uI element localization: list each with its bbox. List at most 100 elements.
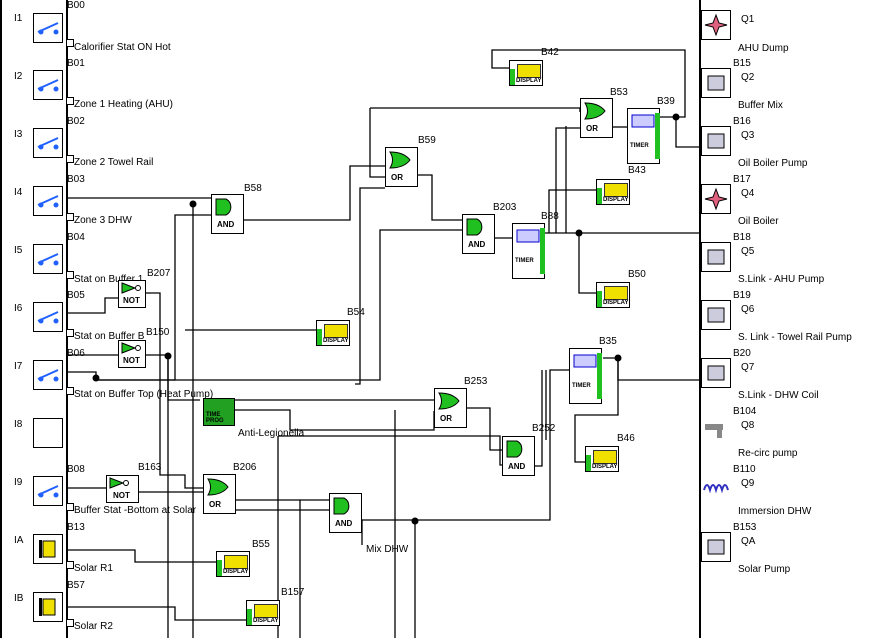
block-id: B104 [733, 406, 757, 417]
pin-label: I5 [14, 245, 23, 256]
output-label: AHU Dump [738, 43, 789, 54]
switch-icon[interactable] [33, 186, 63, 216]
output-label: Oil Boiler [738, 216, 779, 227]
block-id: B88 [541, 211, 559, 222]
gate-label: Mix DHW [366, 544, 409, 555]
gate-type: OR [209, 500, 221, 509]
left-rail [0, 0, 2, 638]
not-gate-icon [121, 342, 141, 354]
switch-icon[interactable] [33, 128, 63, 158]
checkbox-icon[interactable] [66, 97, 74, 105]
checkbox-icon[interactable] [66, 271, 74, 279]
block-id: B06 [67, 348, 85, 359]
pin-label: I3 [14, 129, 23, 140]
block-id: B15 [733, 58, 751, 69]
or-gate-icon [584, 102, 606, 120]
analog-input-icon[interactable] [33, 534, 63, 564]
checkbox-icon[interactable] [66, 387, 74, 395]
checkbox-icon[interactable] [66, 329, 74, 337]
pump-icon[interactable] [701, 68, 731, 98]
display-b54[interactable]: DISPLAY [316, 320, 350, 346]
display-b46[interactable]: DISPLAY [585, 446, 619, 472]
green-strip [655, 113, 660, 159]
output-pin: Q6 [741, 304, 755, 315]
gate-type: AND [335, 519, 353, 528]
block-id: B50 [628, 269, 646, 280]
pump-icon[interactable] [701, 300, 731, 330]
block-id: B150 [146, 327, 170, 338]
and-gate-mix-dhw[interactable]: AND [329, 493, 362, 533]
and-gate-b252[interactable]: AND [502, 436, 535, 476]
timer-text: TIMER [572, 383, 591, 389]
gate-type: OR [440, 414, 452, 423]
or-gate-b253[interactable]: OR [434, 388, 467, 428]
display-text: DISPLAY [223, 569, 249, 575]
or-gate-b53[interactable]: OR [580, 98, 613, 138]
block-id: B03 [67, 174, 85, 185]
and-gate-icon [466, 218, 483, 236]
switch-icon[interactable] [33, 302, 63, 332]
pump-icon[interactable] [701, 242, 731, 272]
display-text: DISPLAY [603, 300, 629, 306]
output-pin: Q4 [741, 188, 755, 199]
fan-icon[interactable] [701, 184, 731, 214]
pump-icon[interactable] [701, 126, 731, 156]
or-gate-b59[interactable]: OR [385, 147, 418, 187]
not-gate-b163[interactable]: NOT [106, 475, 139, 503]
display-b50[interactable]: DISPLAY [596, 282, 630, 308]
block-id: B18 [733, 232, 751, 243]
block-id: B253 [464, 376, 488, 387]
input-label: Zone 1 Heating (AHU) [74, 99, 173, 110]
switch-icon[interactable] [33, 476, 63, 506]
pump-icon[interactable] [701, 358, 731, 388]
and-gate-b58[interactable]: AND [211, 194, 244, 234]
block-id: B05 [67, 290, 85, 301]
checkbox-icon[interactable] [66, 503, 74, 511]
fan-icon[interactable] [701, 10, 731, 40]
empty-input-slot[interactable] [33, 418, 63, 448]
block-id: B08 [67, 464, 85, 475]
and-gate-b203[interactable]: AND [462, 214, 495, 254]
display-b43[interactable]: DISPLAY [596, 179, 630, 205]
not-gate-icon [109, 477, 129, 489]
block-id: B46 [617, 433, 635, 444]
block-id: B55 [252, 539, 270, 550]
input-rail [66, 0, 68, 638]
display-b157[interactable]: DISPLAY [246, 600, 280, 626]
input-label: Zone 2 Towel Rail [74, 157, 154, 168]
block-id: B01 [67, 58, 85, 69]
gate-type: NOT [123, 296, 140, 305]
not-gate-b207[interactable]: NOT [118, 280, 146, 308]
pin-label: I2 [14, 71, 23, 82]
switch-icon[interactable] [33, 244, 63, 274]
checkbox-icon[interactable] [66, 619, 74, 627]
and-gate-icon [333, 497, 350, 515]
checkbox-icon[interactable] [66, 39, 74, 47]
timer-text: TIMER [630, 143, 649, 149]
analog-input-icon[interactable] [33, 592, 63, 622]
or-gate-b206[interactable]: OR [203, 474, 236, 514]
checkbox-icon[interactable] [66, 561, 74, 569]
block-id: B42 [541, 47, 559, 58]
output-label: Solar Pump [738, 564, 791, 575]
checkbox-icon[interactable] [66, 213, 74, 221]
switch-icon[interactable] [33, 13, 63, 43]
heater-coil-icon[interactable] [701, 474, 731, 504]
switch-icon[interactable] [33, 360, 63, 390]
timer-b39[interactable]: TIMER [627, 108, 660, 164]
block-id: B16 [733, 116, 751, 127]
time-program-block[interactable]: TIME PROG [203, 398, 235, 426]
not-gate-b150[interactable]: NOT [118, 340, 146, 368]
pump-icon[interactable] [701, 532, 731, 562]
block-id: B57 [67, 580, 85, 591]
block-id: B43 [628, 165, 646, 176]
block-id: B39 [657, 96, 675, 107]
timer-b88[interactable]: TIMER [512, 223, 545, 279]
timer-b35[interactable]: TIMER [569, 348, 602, 404]
checkbox-icon[interactable] [66, 155, 74, 163]
tap-icon[interactable] [701, 416, 731, 446]
display-b55[interactable]: DISPLAY [216, 551, 250, 577]
switch-icon[interactable] [33, 70, 63, 100]
display-b42[interactable]: DISPLAY [509, 60, 543, 86]
pin-label: I6 [14, 303, 23, 314]
